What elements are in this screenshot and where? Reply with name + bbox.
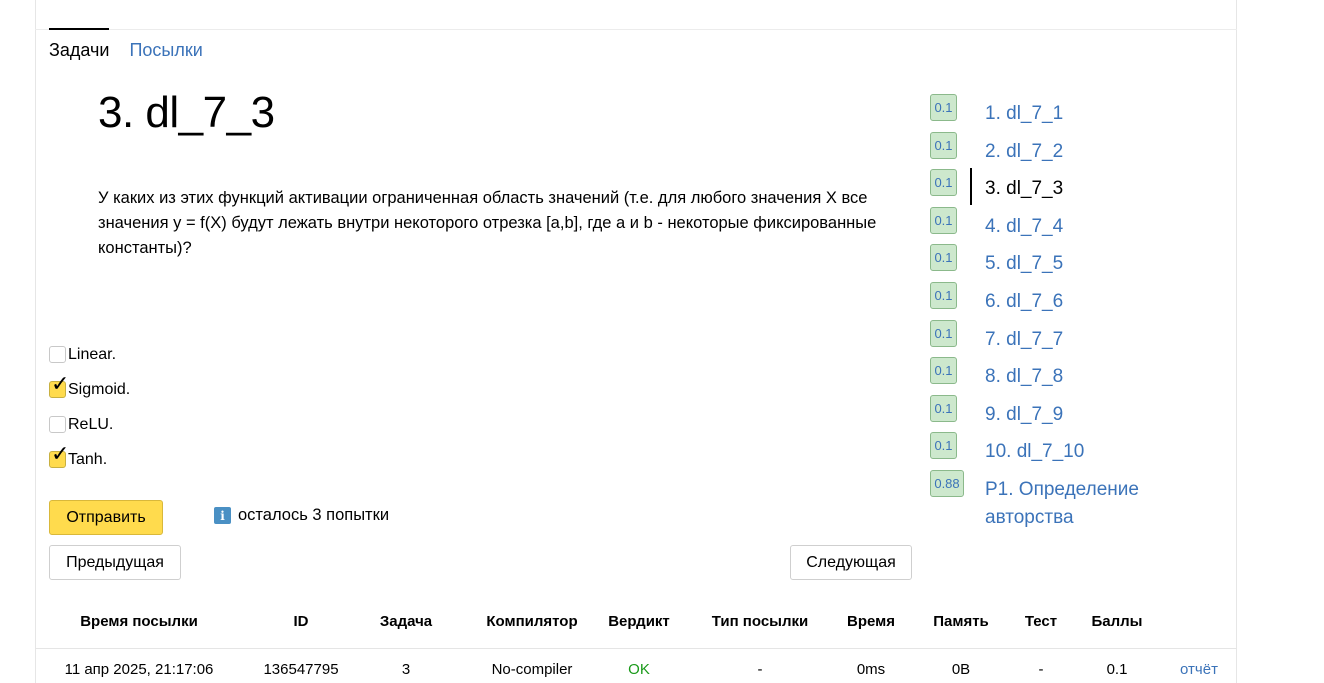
submit-button[interactable]: Отправить: [49, 500, 163, 535]
column-header: Тест: [1024, 613, 1058, 630]
cell-memory: 0B: [951, 661, 971, 678]
problem-list-item[interactable]: 0.1 4. dl_7_4: [930, 206, 1190, 245]
option-sigmoid[interactable]: ✓ Sigmoid.: [49, 372, 130, 407]
column-header: Баллы: [1091, 613, 1143, 630]
column-header: Задача: [379, 613, 433, 630]
attempts-text: осталось 3 попытки: [238, 506, 390, 524]
column-header: Время: [847, 613, 895, 630]
problem-statement: У каких из этих функций активации ограни…: [98, 189, 877, 257]
problem-link[interactable]: P1. Определение авторства: [985, 476, 1185, 532]
problem-list-item[interactable]: 0.1 9. dl_7_9: [930, 394, 1190, 433]
problem-list-item[interactable]: 0.1 2. dl_7_2: [930, 131, 1190, 170]
column-header: Время посылки: [80, 613, 198, 630]
problem-link[interactable]: 1. dl_7_1: [985, 100, 1185, 128]
problem-list-item[interactable]: 0.1 10. dl_7_10: [930, 432, 1190, 470]
score-badge: 0.1: [930, 357, 957, 385]
score-badge: 0.88: [930, 469, 964, 497]
option-label: Linear.: [68, 345, 117, 363]
cell-type: -: [757, 661, 763, 678]
table-divider: [35, 648, 1237, 649]
attempts-info: i осталось 3 попытки: [214, 506, 389, 525]
problem-list-item[interactable]: 0.1 1. dl_7_1: [930, 94, 1190, 132]
problem-list-item[interactable]: 0.1 5. dl_7_5: [930, 244, 1190, 282]
cell-time: 11 апр 2025, 21:17:06: [64, 661, 214, 678]
option-label: Sigmoid.: [68, 380, 131, 398]
cell-test: -: [1038, 661, 1044, 678]
option-label: Tanh.: [68, 450, 108, 468]
option-linear[interactable]: Linear.: [49, 337, 130, 372]
problem-list-item[interactable]: 0.1 6. dl_7_6: [930, 281, 1190, 320]
score-badge: 0.1: [930, 169, 957, 197]
problem-title: 3. dl_7_3: [98, 88, 275, 137]
table-row: 11 апр 2025, 21:17:06 136547795 3 No-com…: [35, 652, 1237, 683]
cell-id: 136547795: [263, 661, 339, 678]
column-header: Компилятор: [486, 613, 578, 630]
checkbox[interactable]: [49, 346, 66, 363]
problem-link[interactable]: 9. dl_7_9: [985, 401, 1185, 429]
score-badge: 0.1: [930, 244, 957, 272]
cell-score: 0.1: [1106, 661, 1128, 678]
previous-button[interactable]: Предыдущая: [49, 545, 181, 580]
problem-link[interactable]: 4. dl_7_4: [985, 213, 1185, 241]
option-relu[interactable]: ReLU.: [49, 407, 130, 442]
option-label: ReLU.: [68, 415, 114, 433]
problem-link[interactable]: 7. dl_7_7: [985, 326, 1185, 354]
score-badge: 0.1: [930, 394, 957, 422]
problem-link[interactable]: 10. dl_7_10: [985, 438, 1185, 466]
report-link[interactable]: отчёт: [1169, 652, 1229, 683]
problem-link[interactable]: 8. dl_7_8: [985, 363, 1185, 391]
problem-list-item-current[interactable]: 0.1 3. dl_7_3: [930, 168, 1190, 207]
column-header: ID: [293, 613, 309, 630]
column-header: Память: [933, 613, 989, 630]
column-header: Тип посылки: [711, 613, 809, 630]
answer-options: Linear. ✓ Sigmoid. ReLU. ✓ Tanh.: [49, 337, 130, 477]
tab-problems[interactable]: Задачи: [49, 28, 110, 65]
cell-duration: 0ms: [856, 661, 886, 678]
problem-list-item[interactable]: 0.1 7. dl_7_7: [930, 319, 1190, 358]
problem-link[interactable]: 5. dl_7_5: [985, 250, 1185, 278]
checkbox[interactable]: ✓: [49, 373, 69, 398]
score-badge: 0.1: [930, 94, 957, 121]
cell-compiler: No-compiler: [491, 661, 573, 678]
cell-verdict: OK: [628, 661, 650, 678]
tab-bar: Задачи Посылки: [49, 28, 223, 65]
next-button[interactable]: Следующая: [790, 545, 912, 580]
problem-list: 0.1 1. dl_7_1 0.1 2. dl_7_2 0.1 3. dl_7_3 0…: [930, 94, 1190, 528]
problem-list-item[interactable]: 0.1 8. dl_7_8: [930, 357, 1190, 395]
problem-list-item[interactable]: 0.88 P1. Определение авторства: [930, 469, 1190, 528]
score-badge: 0.1: [930, 319, 957, 347]
checkbox[interactable]: ✓: [49, 443, 69, 468]
cell-problem: 3: [401, 661, 411, 678]
option-tanh[interactable]: ✓ Tanh.: [49, 442, 130, 477]
checkbox[interactable]: [49, 416, 66, 433]
info-icon: i: [214, 507, 231, 524]
problem-link[interactable]: 2. dl_7_2: [985, 138, 1185, 166]
tab-submissions[interactable]: Посылки: [129, 29, 202, 65]
score-badge: 0.1: [930, 206, 957, 234]
submissions-table-header: Время посылки ID Задача Компилятор Верди…: [35, 604, 1237, 642]
score-badge: 0.1: [930, 432, 957, 460]
problem-link-current: 3. dl_7_3: [985, 178, 1064, 200]
score-badge: 0.1: [930, 131, 957, 159]
problem-link[interactable]: 6. dl_7_6: [985, 288, 1185, 316]
score-badge: 0.1: [930, 281, 957, 309]
column-header: Вердикт: [608, 613, 670, 630]
